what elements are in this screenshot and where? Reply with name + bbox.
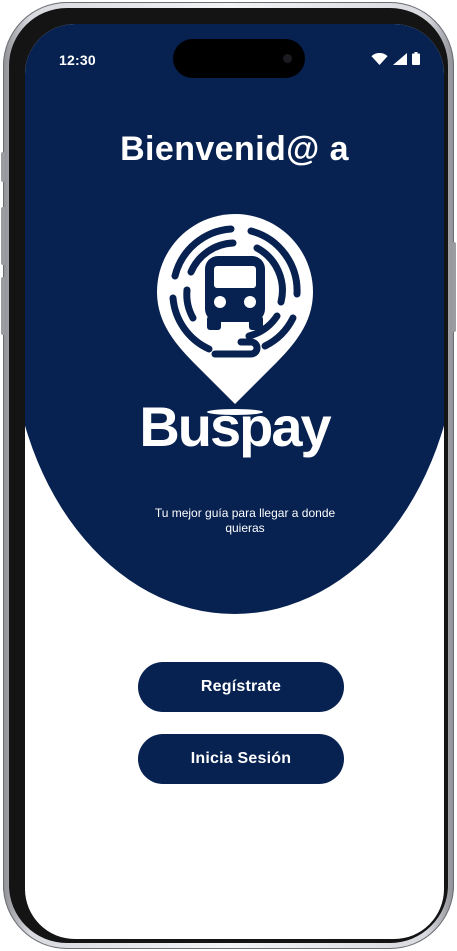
status-time: 12:30 bbox=[59, 52, 96, 68]
cellular-signal-icon bbox=[393, 52, 407, 65]
wifi-icon bbox=[371, 52, 388, 65]
action-button bbox=[1, 152, 5, 182]
welcome-title: Bienvenid@ a bbox=[120, 130, 349, 168]
front-camera bbox=[283, 54, 292, 63]
battery-icon bbox=[412, 52, 420, 65]
volume-down-button bbox=[1, 277, 5, 335]
phone-bezel: 12:30 Bienvenid@ a Buspay Tu mejor guía … bbox=[9, 8, 448, 943]
volume-up-button bbox=[1, 207, 5, 265]
phone-frame: 12:30 Bienvenid@ a Buspay Tu mejor guía … bbox=[1, 2, 456, 949]
status-icons bbox=[371, 52, 420, 65]
status-bar: 12:30 bbox=[25, 24, 444, 80]
login-button[interactable]: Inicia Sesión bbox=[138, 734, 344, 784]
bus-location-pin-icon bbox=[157, 214, 313, 415]
app-screen: 12:30 Bienvenid@ a Buspay Tu mejor guía … bbox=[25, 24, 444, 939]
dynamic-island bbox=[173, 39, 305, 78]
power-button bbox=[452, 242, 456, 332]
tagline: Tu mejor guía para llegar a donde quiera… bbox=[154, 506, 336, 535]
brand-name: Buspay bbox=[139, 395, 331, 458]
register-button[interactable]: Regístrate bbox=[138, 662, 344, 712]
